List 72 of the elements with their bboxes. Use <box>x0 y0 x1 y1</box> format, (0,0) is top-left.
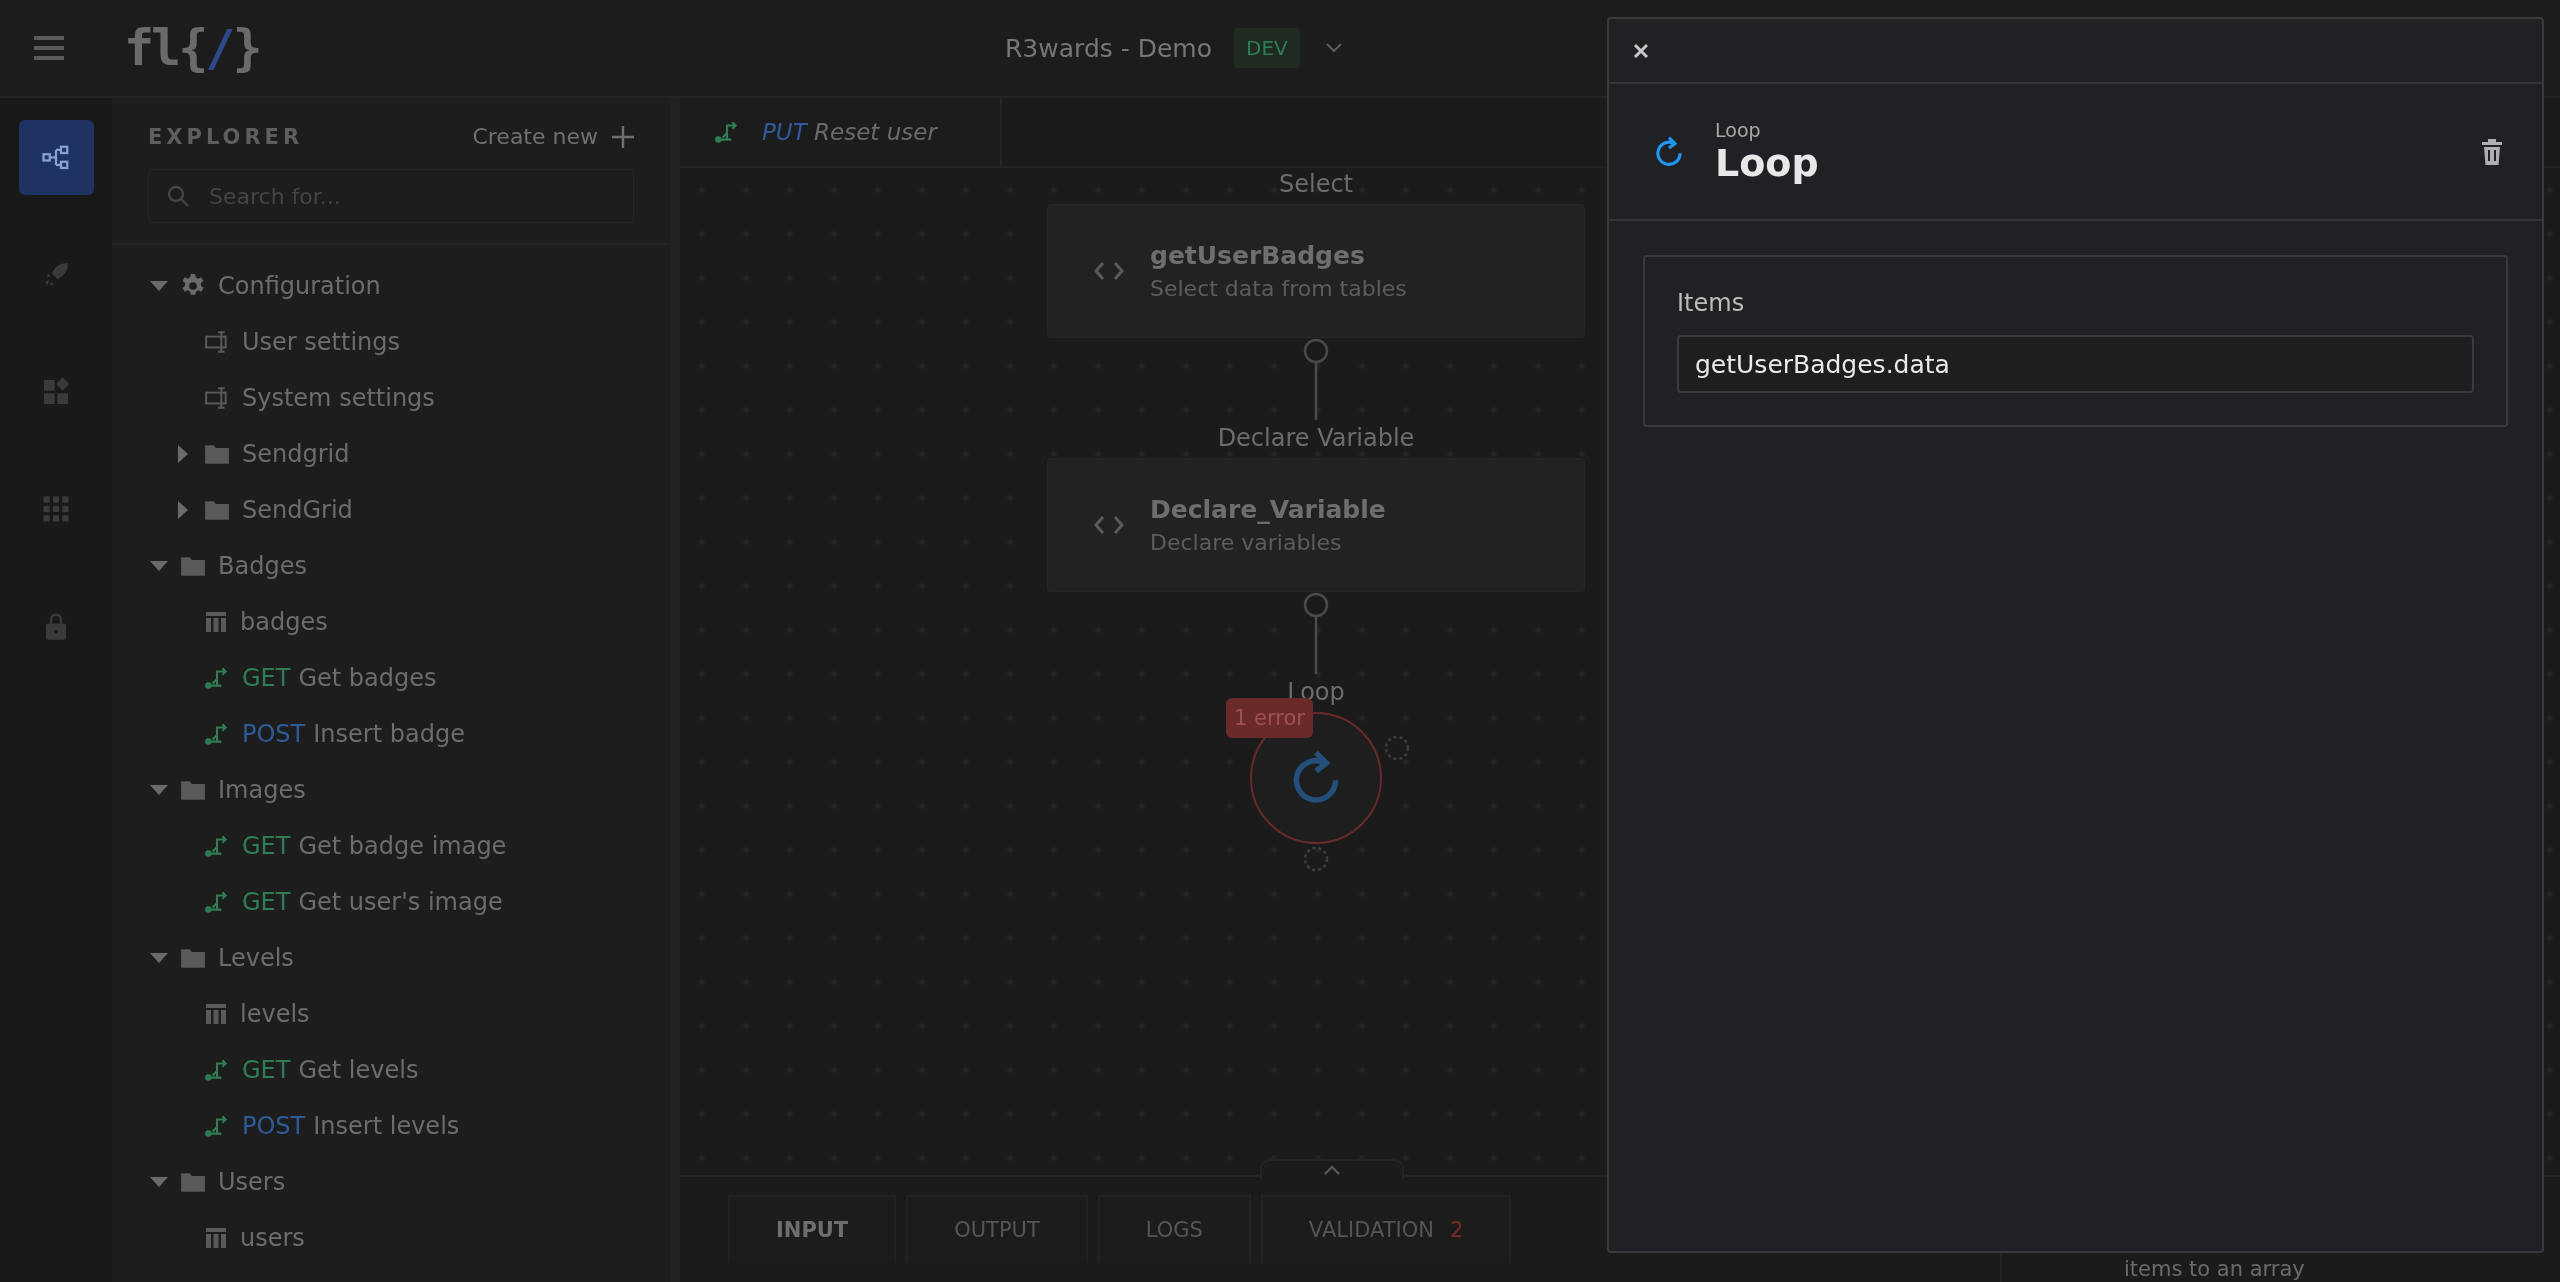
tree-item[interactable]: User settings <box>112 314 670 370</box>
tree-item[interactable]: GET Get levels <box>112 1042 670 1098</box>
flow-node[interactable]: Declare_Variable Declare variables <box>1047 458 1585 592</box>
route-icon <box>204 665 230 691</box>
delete-button[interactable] <box>2482 138 2502 165</box>
route-icon <box>204 889 230 915</box>
route-icon <box>204 721 230 747</box>
create-new-button[interactable]: Create new <box>472 124 634 149</box>
drawer-title: Loop <box>1715 140 1819 185</box>
tree-item[interactable]: users <box>112 1210 670 1266</box>
explorer-title: EXPLORER <box>148 124 304 149</box>
tree-item[interactable]: Configuration <box>112 258 670 314</box>
table-icon <box>204 610 228 634</box>
node-title: Declare_Variable <box>1150 495 1386 524</box>
table-icon <box>204 1226 228 1250</box>
loop-icon <box>1653 134 1685 169</box>
node-type: Loop <box>1715 118 1762 141</box>
trash-icon <box>2482 138 2502 165</box>
tree-item[interactable]: System settings <box>112 370 670 426</box>
route-icon <box>204 833 230 859</box>
settings-icon <box>204 329 230 355</box>
table-icon <box>204 1002 228 1026</box>
tree-item[interactable]: Images <box>112 762 670 818</box>
panel-tab[interactable]: LOGS <box>1097 1195 1251 1263</box>
tree-item[interactable]: SendGrid <box>112 482 670 538</box>
field-label: Items <box>1677 289 1746 317</box>
connection-handle[interactable] <box>1302 845 1330 873</box>
tree-item[interactable]: Sendgrid <box>112 426 670 482</box>
tree-item[interactable]: GET Get badge image <box>112 818 670 874</box>
node-caption: Select <box>1278 170 1353 198</box>
folder-icon <box>180 947 206 969</box>
tree-item[interactable]: Badges <box>112 538 670 594</box>
folder-icon <box>180 779 206 801</box>
tree-item[interactable]: Levels <box>112 930 670 986</box>
tree-item[interactable]: GET Get badges <box>112 650 670 706</box>
description-text: items to an array <box>2124 1257 2305 1281</box>
code-icon <box>1094 515 1124 535</box>
tree-item[interactable]: GET Get user's image <box>112 874 670 930</box>
search-icon <box>166 184 190 208</box>
node-subtitle: Declare variables <box>1150 530 1343 555</box>
panel-tab[interactable]: OUTPUT <box>906 1195 1088 1263</box>
logo: fl{/} <box>124 19 260 77</box>
tree-item[interactable]: POST Insert levels <box>112 1098 670 1154</box>
route-icon <box>204 1113 230 1139</box>
panel-tab[interactable]: INPUT <box>728 1195 897 1263</box>
route-icon <box>204 1057 230 1083</box>
folder-icon <box>180 1171 206 1193</box>
node-caption: Declare Variable <box>1217 424 1415 452</box>
project-title: R3wards - Demo <box>1005 33 1212 63</box>
tree-item[interactable]: POST Insert badge <box>112 706 670 762</box>
node-subtitle: Select data from tables <box>1150 276 1407 301</box>
tree-item[interactable]: Users <box>112 1154 670 1210</box>
folder-icon <box>204 499 230 521</box>
rail-item[interactable] <box>18 120 94 195</box>
code-icon <box>1094 261 1124 281</box>
folder-icon <box>204 443 230 465</box>
tree-item[interactable]: levels <box>112 986 670 1042</box>
chevron-up-icon[interactable] <box>1324 1165 1340 1175</box>
chevron-down-icon[interactable] <box>1325 43 1342 53</box>
close-icon <box>1633 42 1649 59</box>
settings-icon <box>204 385 230 411</box>
menu-icon[interactable] <box>34 35 64 61</box>
plus-icon <box>612 125 634 148</box>
flow-node[interactable]: getUserBadges Select data from tables <box>1047 204 1585 338</box>
node-title: getUserBadges <box>1150 241 1366 270</box>
connection-handle[interactable] <box>1383 734 1411 762</box>
folder-icon <box>180 555 206 577</box>
route-icon <box>714 119 740 145</box>
input-field[interactable]: getUserBadges.data <box>1677 335 2474 393</box>
panel-tab[interactable]: VALIDATION 2 <box>1260 1195 1512 1263</box>
environment-badge: DEV <box>1234 28 1300 68</box>
tree-item[interactable]: badges <box>112 594 670 650</box>
